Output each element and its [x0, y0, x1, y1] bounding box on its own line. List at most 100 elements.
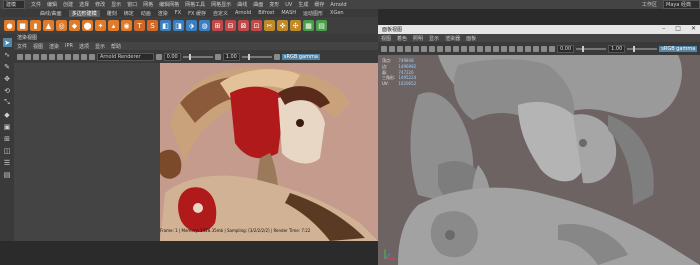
motion-blur-icon[interactable] [509, 45, 515, 52]
pv-menu-view[interactable]: 视图 [381, 35, 391, 42]
fill-hole-icon[interactable]: ⊡ [251, 20, 262, 31]
xray-joints-icon[interactable] [541, 45, 547, 52]
layout-side-icon[interactable]: ◫ [3, 146, 12, 155]
pv-exposure-field[interactable]: 0.00 [557, 44, 575, 53]
layout-outliner-icon[interactable]: ☰ [3, 158, 12, 167]
lasso-tool-icon[interactable]: ∿ [3, 50, 12, 59]
smooth-icon[interactable]: ◍ [199, 20, 210, 31]
render-frame-icon[interactable] [17, 53, 23, 60]
pv-exposure-slider[interactable] [576, 45, 607, 52]
remove-image-icon[interactable] [89, 53, 95, 60]
layout-four-icon[interactable]: ⊞ [3, 134, 12, 143]
image-plane-icon[interactable] [397, 45, 403, 52]
camera-attr-icon[interactable] [381, 45, 387, 52]
cone-icon[interactable]: ▲ [43, 20, 54, 31]
shelf-tab[interactable]: Bifrost [258, 10, 274, 16]
pv-menu-show[interactable]: 显示 [429, 35, 439, 42]
rv-menu-view[interactable]: 视图 [33, 43, 43, 50]
menu-mesh[interactable]: 网格 [143, 1, 153, 8]
pv-menu-panels[interactable]: 面板 [466, 35, 476, 42]
exposure-field[interactable]: 0.00 [163, 52, 181, 61]
multi-cut-icon[interactable]: ✂ [264, 20, 275, 31]
ambient-occlusion-icon[interactable] [501, 45, 507, 52]
backface-icon[interactable] [549, 45, 555, 52]
bookmark-icon[interactable] [389, 45, 395, 52]
shelf-tab-active[interactable]: 多边形建模 [68, 9, 100, 17]
platonic-icon[interactable]: ✦ [95, 20, 106, 31]
default-material-icon[interactable] [469, 45, 475, 52]
connect-icon[interactable]: ✣ [290, 20, 301, 31]
torus-icon[interactable]: ◎ [56, 20, 67, 31]
cube-icon[interactable]: ■ [17, 20, 28, 31]
rv-menu-file[interactable]: 文件 [17, 43, 27, 50]
close-icon[interactable]: ✕ [691, 25, 696, 32]
shelf-tab[interactable]: MASH [281, 10, 296, 16]
svg-icon[interactable]: S [147, 20, 158, 31]
separate-icon[interactable]: ◨ [173, 20, 184, 31]
disk-icon[interactable]: ⬤ [82, 20, 93, 31]
smooth-shade-icon[interactable] [461, 45, 467, 52]
shelf-tab[interactable]: 动画 [141, 10, 151, 17]
planar-map-icon[interactable]: ▤ [316, 20, 327, 31]
snapshot-icon[interactable] [33, 53, 39, 60]
menu-uv[interactable]: UV [285, 2, 292, 8]
bridge-icon[interactable]: ⊞ [212, 20, 223, 31]
refresh-icon[interactable] [49, 53, 55, 60]
menu-surfaces[interactable]: 曲面 [253, 1, 263, 8]
menu-display[interactable]: 显示 [111, 1, 121, 8]
shelf-tab[interactable]: 雕刻 [107, 10, 117, 17]
keep-image-icon[interactable] [81, 53, 87, 60]
gamma-slider[interactable] [241, 53, 272, 60]
menu-mesh-display[interactable]: 网格显示 [211, 1, 231, 8]
viewport-3d[interactable] [378, 55, 700, 265]
shelf-tab[interactable]: FX 缓存 [188, 10, 206, 17]
render-region-icon[interactable] [25, 53, 31, 60]
shelf-tab[interactable]: 曲线/曲面 [40, 10, 62, 17]
gate-mask-icon[interactable] [429, 45, 435, 52]
scale-tool-icon[interactable]: ⤡ [3, 98, 12, 107]
menu-modify[interactable]: 修改 [95, 1, 105, 8]
isolate-select-icon[interactable] [525, 45, 531, 52]
panel-window-titlebar[interactable]: 面板视图 – □ ✕ [378, 25, 700, 34]
pv-color-space-dropdown[interactable]: sRGB gamma [659, 45, 698, 52]
text-tool-icon[interactable]: T [134, 20, 145, 31]
minimize-icon[interactable]: – [662, 25, 665, 32]
menu-arnold[interactable]: Arnold [330, 2, 346, 8]
move-tool-icon[interactable]: ✥ [3, 74, 12, 83]
menu-generate[interactable]: 生成 [298, 1, 308, 8]
paint-select-icon[interactable]: ✎ [3, 62, 12, 71]
cylinder-icon[interactable]: ▮ [30, 20, 41, 31]
alpha-icon[interactable] [73, 53, 79, 60]
renderer-dropdown[interactable]: Arnold Renderer [97, 52, 154, 61]
target-weld-icon[interactable]: ✜ [277, 20, 288, 31]
combine-icon[interactable]: ◧ [160, 20, 171, 31]
pv-menu-lighting[interactable]: 照明 [413, 35, 423, 42]
select-tool-icon[interactable]: ➤ [2, 38, 12, 47]
shelf-tab[interactable]: XGen [330, 10, 344, 16]
shelf-tab[interactable]: 绑定 [124, 10, 134, 17]
workspace-selector[interactable]: Maya 经典 [663, 0, 700, 9]
pv-menu-renderer[interactable]: 渲染器 [445, 35, 460, 42]
use-lights-icon[interactable] [485, 45, 491, 52]
settings-icon[interactable] [57, 53, 63, 60]
rotate-tool-icon[interactable]: ⟲ [3, 86, 12, 95]
pv-gamma-field[interactable]: 1.00 [608, 44, 626, 53]
rv-menu-display[interactable]: 显示 [95, 43, 105, 50]
shelf-tab[interactable]: 运动图形 [303, 10, 323, 17]
shelf-tab[interactable]: FX [175, 10, 181, 16]
xray-icon[interactable] [533, 45, 539, 52]
uv-editor-icon[interactable]: ▦ [303, 20, 314, 31]
rv-menu-render[interactable]: 渲染 [49, 43, 59, 50]
gamma-field[interactable]: 1.00 [222, 52, 240, 61]
plane-icon[interactable]: ◆ [69, 20, 80, 31]
last-tool-icon[interactable]: ◆ [3, 110, 12, 119]
color-space-dropdown[interactable]: sRGB gamma [281, 53, 320, 60]
menu-create[interactable]: 创建 [63, 1, 73, 8]
wireframe-icon[interactable] [453, 45, 459, 52]
menu-select[interactable]: 选择 [79, 1, 89, 8]
pyramid-icon[interactable]: ▴ [108, 20, 119, 31]
layout-graph-icon[interactable]: ▤ [3, 170, 12, 179]
extract-icon[interactable]: ⬗ [186, 20, 197, 31]
rv-menu-options[interactable]: 选项 [79, 43, 89, 50]
pv-gamma-slider[interactable] [627, 45, 658, 52]
